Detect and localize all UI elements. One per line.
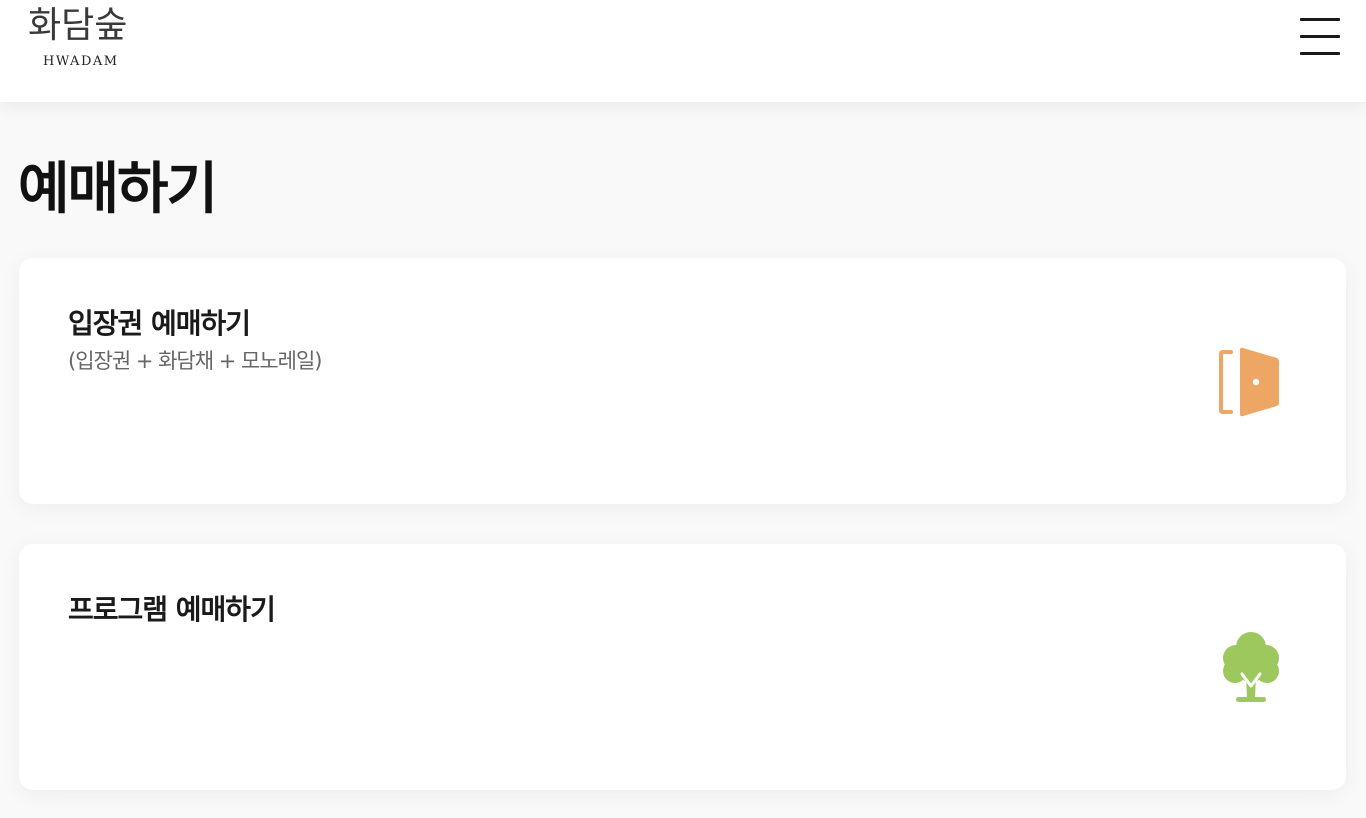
card-title: 입장권 예매하기 — [68, 307, 251, 340]
ticket-booking-card[interactable]: 입장권 예매하기 (입장권 + 화담채 + 모노레일) — [19, 258, 1346, 504]
logo-korean-text: 화담숲 — [28, 5, 128, 46]
card-title: 프로그램 예매하기 — [68, 593, 276, 626]
main-content: 예매하기 입장권 예매하기 (입장권 + 화담채 + 모노레일) 프로그램 예매… — [0, 102, 1366, 818]
menu-line — [1300, 18, 1340, 21]
site-header: 화담숲 HWADAM — [0, 0, 1366, 102]
page-title: 예매하기 — [18, 157, 218, 222]
tree-icon — [1215, 628, 1287, 704]
site-logo[interactable]: 화담숲 HWADAM — [26, 4, 150, 74]
hamburger-menu-icon[interactable] — [1292, 14, 1348, 62]
program-booking-card[interactable]: 프로그램 예매하기 — [19, 544, 1346, 790]
door-icon — [1215, 344, 1287, 420]
logo-english-text: HWADAM — [43, 54, 119, 69]
menu-line — [1300, 35, 1340, 38]
menu-line — [1300, 52, 1340, 55]
card-subtitle: (입장권 + 화담채 + 모노레일) — [68, 349, 322, 373]
